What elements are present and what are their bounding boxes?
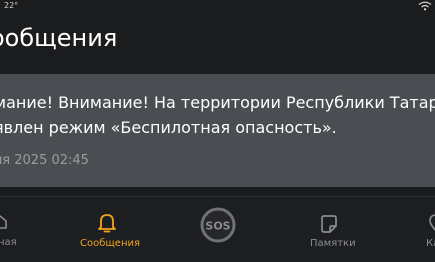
bell-icon [98, 214, 116, 233]
nav-item-map[interactable]: Ка [420, 197, 435, 262]
nav-item-messages[interactable]: Сообщения [70, 197, 145, 262]
sos-icon-text: SOS [205, 220, 230, 233]
nav-label-messages: Сообщения [80, 238, 141, 249]
status-bar: 22° [0, 0, 435, 14]
message-text-line-1: мание! Внимание! На территории Республик… [0, 93, 435, 112]
sos-icon: SOS [200, 207, 236, 243]
nav-label-notes: Памятки [310, 238, 356, 249]
sos-button[interactable]: SOS [195, 197, 241, 262]
home-icon [0, 215, 7, 229]
wifi-icon [418, 1, 432, 11]
nav-label-home: ная [0, 237, 17, 248]
status-temperature: 22° [4, 1, 19, 10]
nav-item-home[interactable]: ная [0, 197, 40, 262]
bottom-nav: ная Сообщения SOS Памятки Ка [0, 196, 435, 262]
map-icon [429, 214, 435, 232]
nav-item-notes[interactable]: Памятки [300, 197, 360, 262]
message-text-line-2: явлен режим «Беспилотная опасность». [0, 118, 337, 137]
nav-label-map: Ка [426, 238, 435, 249]
note-icon [321, 215, 337, 233]
message-date: ля 2025 02:45 [0, 153, 89, 168]
page-title: ообщения [0, 24, 118, 52]
